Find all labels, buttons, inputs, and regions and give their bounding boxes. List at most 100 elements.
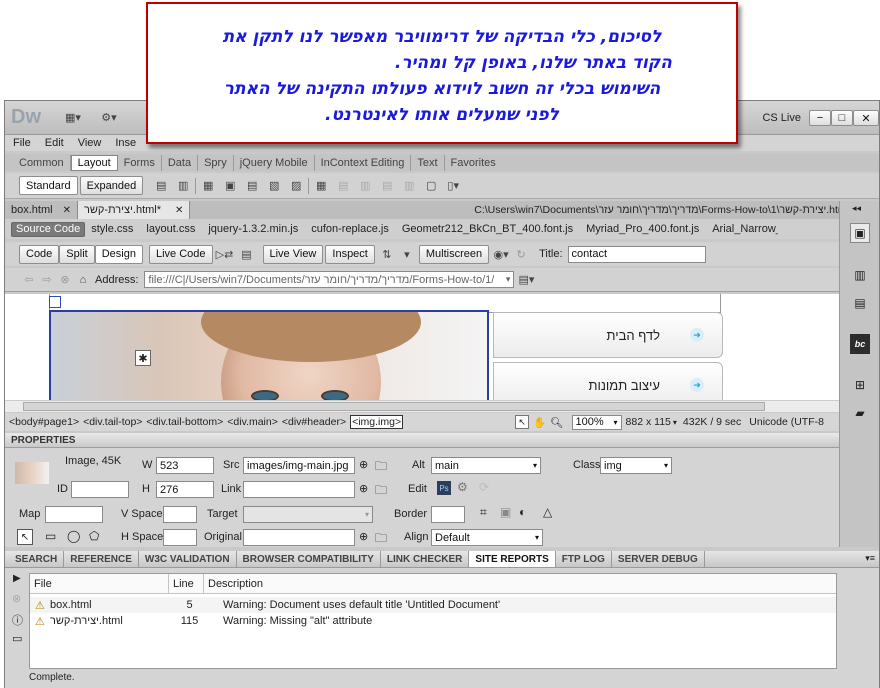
save-report-icon[interactable]: ▭ bbox=[12, 632, 22, 645]
folder-icon[interactable]: 🗀 bbox=[375, 529, 387, 550]
tab-forms[interactable]: Forms bbox=[118, 154, 162, 171]
table-row[interactable]: ⚠ box.html 5 Warning: Document uses defa… bbox=[30, 597, 836, 613]
nav-item-images[interactable]: עיצוב תמונות ➜ bbox=[493, 362, 723, 400]
zoom-select[interactable]: 100% ▾ bbox=[571, 414, 622, 430]
crop-icon[interactable]: ⌗ bbox=[480, 505, 487, 520]
tag-tail-top[interactable]: <div.tail-top> bbox=[83, 416, 142, 428]
split-view-button[interactable]: Split bbox=[59, 244, 95, 264]
col-line[interactable]: Line bbox=[169, 573, 204, 594]
target-select[interactable]: ▾ bbox=[243, 506, 373, 523]
tab-link-checker[interactable]: LINK CHECKER bbox=[381, 551, 470, 567]
related-file[interactable]: Myriad_Pro_400.font.js bbox=[586, 223, 699, 235]
standard-button[interactable]: Standard bbox=[19, 176, 78, 195]
gear-icon[interactable]: ⚙▾ bbox=[95, 110, 123, 126]
select-tool-icon[interactable]: ↖ bbox=[515, 415, 530, 429]
tab-browser-compatibility[interactable]: BROWSER COMPATIBILITY bbox=[237, 551, 381, 567]
iframe-icon[interactable]: ▢ bbox=[423, 178, 439, 194]
point-to-file-icon[interactable]: ⊕ bbox=[359, 482, 368, 495]
related-file[interactable]: layout.css bbox=[146, 223, 195, 235]
run-report-icon[interactable]: ▶ bbox=[13, 573, 21, 584]
pointer-hotspot-icon[interactable]: ↖ bbox=[17, 529, 33, 545]
window-size[interactable]: 882 x 115 bbox=[626, 416, 671, 428]
tag-body[interactable]: <body#page1> bbox=[9, 416, 79, 428]
vspace-input[interactable] bbox=[163, 506, 197, 523]
title-input[interactable] bbox=[567, 245, 706, 263]
src-input[interactable] bbox=[243, 457, 355, 474]
address-input[interactable]: file:///C|/Users/win7/Documents/מדריך/מד… bbox=[144, 271, 515, 288]
tab-server-debug[interactable]: SERVER DEBUG bbox=[612, 551, 705, 567]
expanded-button[interactable]: Expanded bbox=[79, 176, 144, 195]
col-file[interactable]: File bbox=[30, 573, 169, 594]
live-view-button[interactable]: Live View bbox=[262, 244, 324, 264]
tab-layout[interactable]: Layout bbox=[70, 154, 118, 171]
stop-icon[interactable]: ⊗ bbox=[57, 272, 73, 288]
files-icon[interactable]: ⊞ bbox=[850, 375, 870, 395]
ap-elements-icon[interactable]: ▤ bbox=[850, 293, 870, 313]
refresh-design-icon[interactable]: ⇅ bbox=[379, 246, 395, 262]
point-to-file-icon[interactable]: ⊕ bbox=[359, 458, 368, 471]
spry-menu-icon[interactable]: ▦ bbox=[200, 178, 216, 194]
view-options-icon[interactable]: ▾ bbox=[399, 246, 415, 262]
menu-insert[interactable]: Inse bbox=[115, 137, 136, 149]
menu-edit[interactable]: Edit bbox=[45, 137, 64, 149]
table-icon[interactable]: ▦ bbox=[313, 178, 329, 194]
expand-panels-icon[interactable]: ◂◂ bbox=[852, 203, 861, 214]
spry-accordion-icon[interactable]: ▤ bbox=[244, 178, 260, 194]
table-row[interactable]: ⚠ יצירת-קשר.html 115 Warning: Missing "a… bbox=[30, 613, 836, 629]
browser-icon[interactable]: ▷⇄ bbox=[216, 246, 234, 262]
map-input[interactable] bbox=[45, 506, 103, 523]
insert-ap-div-icon[interactable]: ▥ bbox=[175, 178, 191, 194]
insert-col-right-icon[interactable]: ▥ bbox=[401, 178, 417, 194]
point-to-file-icon[interactable]: ⊕ bbox=[359, 530, 368, 543]
tag-header[interactable]: <div#header> bbox=[282, 416, 346, 428]
menu-file[interactable]: File bbox=[13, 137, 31, 149]
file-management-icon[interactable]: ▤ bbox=[239, 246, 255, 262]
related-file[interactable]: style.css bbox=[91, 223, 133, 235]
tab-incontext-editing[interactable]: InContext Editing bbox=[315, 154, 412, 171]
edit-settings-icon[interactable]: ⚙ bbox=[457, 480, 468, 494]
chevron-down-icon[interactable]: ▾ bbox=[673, 418, 677, 427]
design-view-button[interactable]: Design bbox=[94, 244, 143, 264]
stop-report-icon[interactable]: ⊗ bbox=[12, 592, 21, 605]
refresh-icon[interactable]: ↻ bbox=[513, 246, 529, 262]
hspace-input[interactable] bbox=[163, 529, 197, 546]
preview-icon[interactable]: ◉▾ bbox=[493, 246, 509, 262]
address-options-icon[interactable]: ▤▾ bbox=[518, 272, 534, 288]
border-input[interactable] bbox=[431, 506, 465, 523]
forward-icon[interactable]: ⇨ bbox=[39, 272, 55, 288]
multiscreen-button[interactable]: Multiscreen bbox=[418, 244, 490, 264]
width-input[interactable] bbox=[156, 457, 214, 474]
alt-select[interactable]: main ▾ bbox=[431, 457, 541, 474]
rect-hotspot-icon[interactable]: ▭ bbox=[45, 529, 56, 543]
tab-ftp-log[interactable]: FTP LOG bbox=[556, 551, 612, 567]
code-view-button[interactable]: Code bbox=[19, 244, 60, 264]
related-file[interactable]: jquery-1.3.2.min.js bbox=[208, 223, 298, 235]
related-source-code[interactable]: Source Code bbox=[11, 221, 86, 237]
layout-menu-icon[interactable]: ▦▾ bbox=[59, 110, 87, 126]
tab-text[interactable]: Text bbox=[411, 154, 445, 171]
header-image[interactable]: ✱ bbox=[49, 310, 489, 400]
minimize-icon[interactable]: − bbox=[809, 110, 831, 126]
spry-collapsible-icon[interactable]: ▧ bbox=[266, 178, 282, 194]
live-code-button[interactable]: Live Code bbox=[148, 244, 213, 264]
close-icon[interactable]: ✕ bbox=[175, 205, 183, 216]
spry-panel-icon[interactable]: ▨ bbox=[288, 178, 304, 194]
related-file[interactable]: Geometr212_BkCn_BT_400.font.js bbox=[402, 223, 573, 235]
tag-main[interactable]: <div.main> bbox=[227, 416, 278, 428]
related-file[interactable]: Arial_Narrow_400... bbox=[712, 223, 778, 235]
home-icon[interactable]: ⌂ bbox=[75, 272, 91, 288]
tab-site-reports[interactable]: SITE REPORTS bbox=[469, 551, 556, 567]
insert-row-below-icon[interactable]: ▤ bbox=[379, 178, 395, 194]
folder-icon[interactable]: 🗀 bbox=[375, 481, 387, 502]
id-input[interactable] bbox=[71, 481, 129, 498]
tab-jquery-mobile[interactable]: jQuery Mobile bbox=[234, 154, 315, 171]
tab-w3c-validation[interactable]: W3C VALIDATION bbox=[139, 551, 237, 567]
tab-reference[interactable]: REFERENCE bbox=[64, 551, 139, 567]
css-styles-icon[interactable]: ▥ bbox=[850, 265, 870, 285]
close-icon[interactable]: ✕ bbox=[63, 205, 71, 216]
insert-div-icon[interactable]: ▤ bbox=[153, 178, 169, 194]
assets-icon[interactable]: ▰ bbox=[850, 403, 870, 423]
panel-menu-icon[interactable]: ▾≡ bbox=[865, 553, 875, 564]
tab-data[interactable]: Data bbox=[162, 154, 199, 171]
resample-icon[interactable]: ▣ bbox=[500, 505, 511, 519]
